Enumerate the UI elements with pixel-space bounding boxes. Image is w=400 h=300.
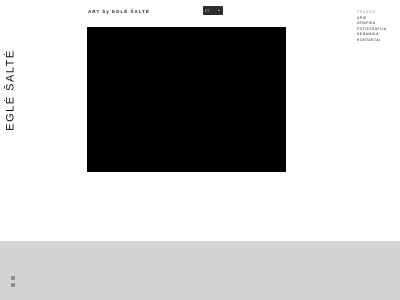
facebook-icon[interactable] [11, 276, 15, 280]
page-footer [0, 241, 400, 300]
main-menu: PRADŽIA APIE GRAFIKA FOTOGRAFIJA KERAMIK… [357, 10, 387, 44]
language-selected-value: LT [205, 8, 210, 13]
chevron-down-icon: ⌄ [216, 7, 221, 13]
language-select[interactable]: LT ⌄ [203, 6, 223, 15]
social-links [11, 276, 15, 290]
site-title-text: EGLĖ ŠALTĖ [5, 49, 17, 131]
hero-artwork-image [87, 27, 286, 172]
site-title-vertical[interactable]: EGLĖ ŠALTĖ [4, 49, 18, 130]
brand-logo[interactable]: ART by EGLĖ ŠALTĖ [88, 9, 150, 14]
menu-item-kontaktai[interactable]: KONTAKTAI [357, 38, 387, 44]
instagram-icon[interactable] [11, 283, 15, 287]
